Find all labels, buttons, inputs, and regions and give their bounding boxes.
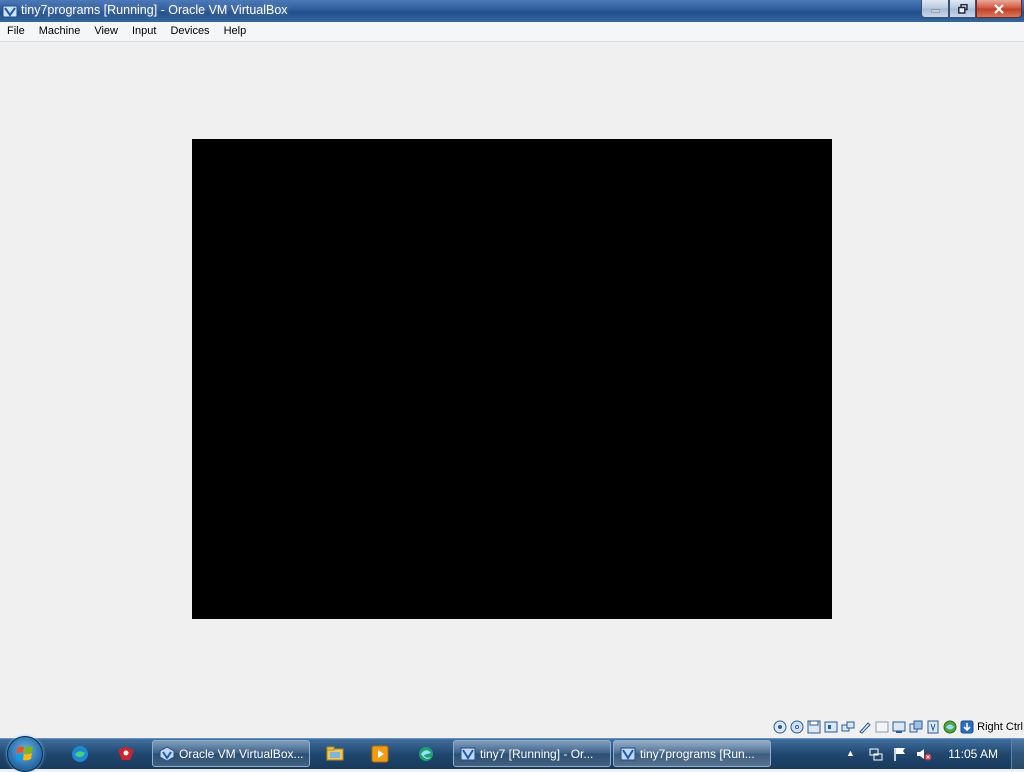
minimize-button[interactable] (921, 0, 949, 18)
hard-disk-icon[interactable] (772, 719, 788, 735)
vm-guest-screen[interactable] (192, 139, 832, 619)
menu-input[interactable]: Input (125, 22, 163, 41)
vm-display-area (0, 42, 1024, 716)
start-button[interactable] (7, 736, 43, 772)
volume-muted-icon[interactable] (916, 746, 932, 762)
menu-file[interactable]: File (0, 22, 32, 41)
mouse-integration-icon[interactable] (959, 719, 975, 735)
optical-drive-icon[interactable] (789, 719, 805, 735)
menu-help[interactable]: Help (217, 22, 254, 41)
minimize-icon (930, 9, 940, 13)
status-bar: Right Ctrl (0, 716, 1024, 738)
close-button[interactable] (976, 0, 1022, 18)
shared-folders-icon[interactable] (874, 719, 890, 735)
taskbar-button-label: Oracle VM VirtualBox... (179, 746, 304, 761)
edge-icon (72, 746, 88, 762)
menu-devices[interactable]: Devices (163, 22, 216, 41)
audio-icon[interactable] (823, 719, 839, 735)
virtualbox-icon (159, 745, 175, 762)
virtualbox-icon (2, 5, 18, 18)
taskbar-button-tiny7[interactable]: tiny7 [Running] - Or... (453, 740, 611, 767)
host-key-label[interactable]: Right Ctrl (977, 721, 1023, 733)
pinned-edge[interactable] (60, 741, 100, 767)
pinned-file-explorer[interactable] (315, 741, 355, 767)
pinned-app[interactable] (106, 741, 146, 767)
menu-bar: File Machine View Input Devices Help (0, 22, 1024, 42)
taskbar: Oracle VM VirtualBox... tiny7 [Running] … (0, 736, 1024, 772)
menu-machine[interactable]: Machine (32, 22, 88, 41)
usb-icon[interactable] (857, 719, 873, 735)
action-center-flag-icon[interactable] (892, 746, 908, 762)
show-hidden-icons-arrow[interactable]: ▲ (846, 748, 855, 758)
guest-additions-icon[interactable] (942, 719, 958, 735)
virtualbox-vm-icon (620, 747, 636, 760)
show-desktop-button[interactable] (1011, 739, 1024, 769)
cpu-icon[interactable] (925, 719, 941, 735)
windows-start-icon (16, 746, 33, 761)
pinned-edge-legacy[interactable] (406, 741, 446, 767)
restore-icon (957, 3, 968, 14)
floppy-icon[interactable] (806, 719, 822, 735)
taskbar-button-label: tiny7 [Running] - Or... (480, 746, 594, 761)
clock[interactable]: 11:05 AM (948, 747, 998, 761)
virtualbox-vm-icon (460, 747, 476, 760)
window-title: tiny7programs [Running] - Oracle VM Virt… (21, 3, 288, 17)
taskbar-button-tiny7programs[interactable]: tiny7programs [Run... (613, 740, 771, 767)
taskbar-button-label: tiny7programs [Run... (640, 746, 755, 761)
taskbar-button-virtualbox-manager[interactable]: Oracle VM VirtualBox... (152, 740, 310, 767)
display-icon[interactable] (891, 719, 907, 735)
file-explorer-icon (326, 746, 344, 761)
pinned-media-player[interactable] (360, 741, 400, 767)
menu-view[interactable]: View (87, 22, 125, 41)
edge-legacy-icon (419, 747, 433, 761)
video-capture-icon[interactable] (908, 719, 924, 735)
window-title-bar[interactable]: tiny7programs [Running] - Oracle VM Virt… (0, 0, 1024, 22)
close-icon (994, 3, 1004, 14)
restore-button[interactable] (949, 0, 976, 18)
media-player-icon (371, 745, 389, 763)
network-icon[interactable] (868, 746, 884, 762)
app-icon (118, 747, 134, 760)
network-icon[interactable] (840, 719, 856, 735)
